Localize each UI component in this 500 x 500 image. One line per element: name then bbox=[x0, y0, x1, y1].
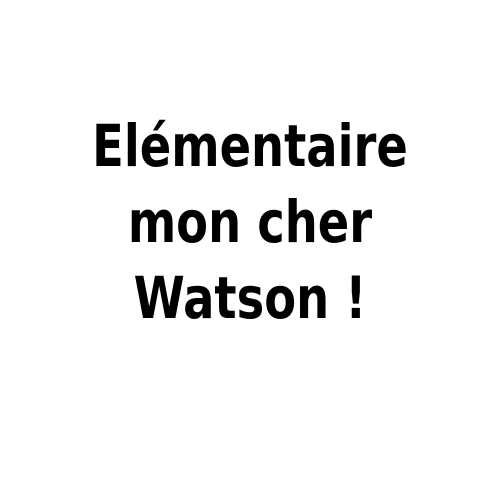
quote-line-3: Watson ! bbox=[133, 264, 367, 332]
quote-text: Elémentaire mon cher Watson ! bbox=[50, 108, 450, 336]
image-canvas: Elémentaire mon cher Watson ! bbox=[0, 0, 500, 500]
quote-line-2: mon cher bbox=[127, 188, 373, 256]
quote-line-1: Elémentaire bbox=[92, 112, 408, 180]
